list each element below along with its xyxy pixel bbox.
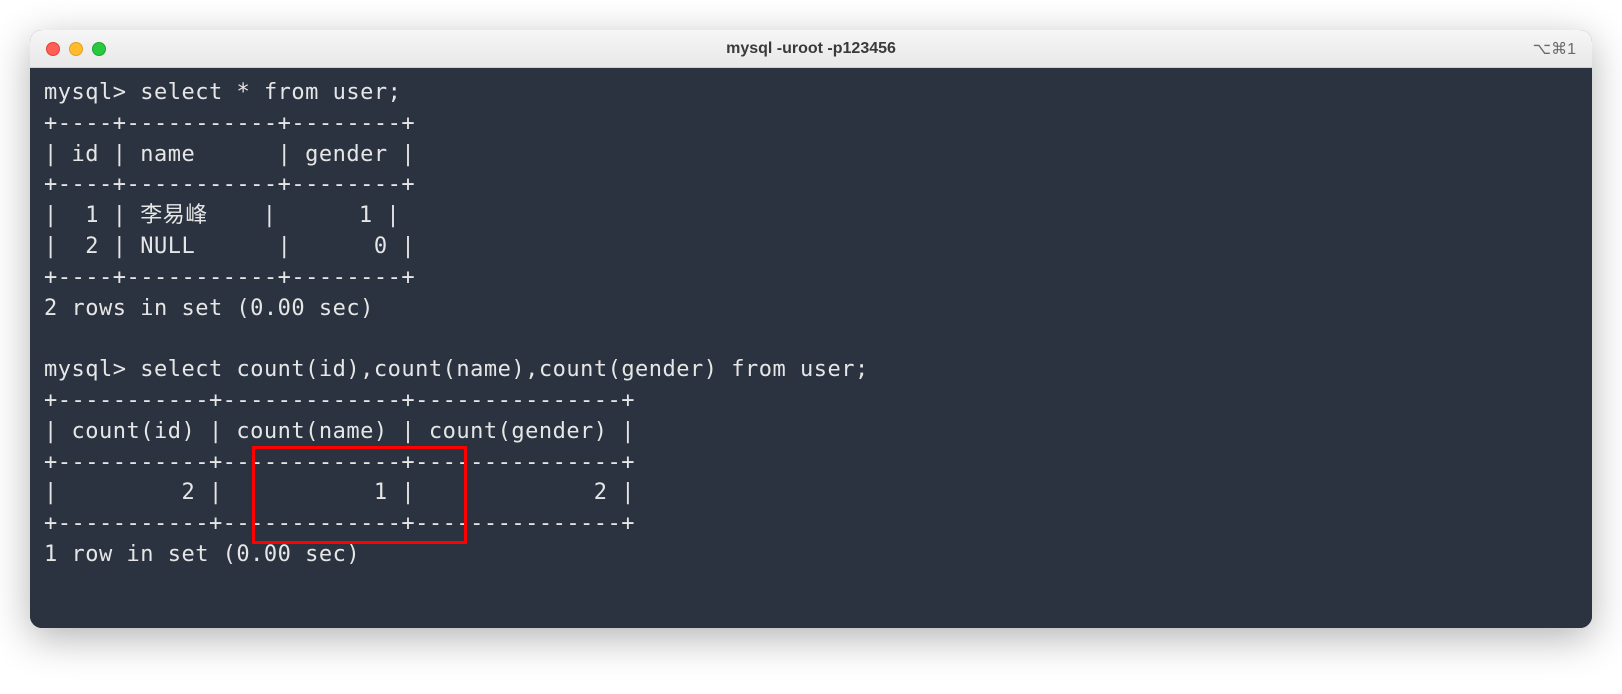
maximize-icon[interactable] [92, 42, 106, 56]
query-1: select * from user; [140, 80, 401, 105]
table1-border-mid: +----+-----------+--------+ [44, 172, 415, 197]
table1-border-bottom: +----+-----------+--------+ [44, 265, 415, 290]
table2-border-top: +-----------+-------------+-------------… [44, 388, 635, 413]
prompt: mysql> [44, 80, 126, 105]
terminal-body[interactable]: mysql> select * from user; +----+-------… [30, 68, 1592, 628]
table2-border-mid: +-----------+-------------+-------------… [44, 450, 635, 475]
result-2: 1 row in set (0.00 sec) [44, 542, 360, 567]
table1-border-top: +----+-----------+--------+ [44, 111, 415, 136]
prompt: mysql> [44, 357, 126, 382]
query-2: select count(id),count(name),count(gende… [140, 357, 869, 382]
table2-border-bottom: +-----------+-------------+-------------… [44, 511, 635, 536]
table2-header: | count(id) | count(name) | count(gender… [44, 419, 635, 444]
table1-row2: | 2 | NULL | 0 | [44, 234, 415, 259]
table1-header: | id | name | gender | [44, 142, 415, 167]
traffic-lights [46, 42, 106, 56]
titlebar[interactable]: mysql -uroot -p123456 ⌥⌘1 [30, 30, 1592, 68]
close-icon[interactable] [46, 42, 60, 56]
minimize-icon[interactable] [69, 42, 83, 56]
window-shortcut: ⌥⌘1 [1533, 39, 1576, 59]
table1-row1: | 1 | 李易峰 | 1 | [44, 203, 400, 228]
table2-row1: | 2 | 1 | 2 | [44, 480, 635, 505]
result-1: 2 rows in set (0.00 sec) [44, 296, 374, 321]
terminal-window: mysql -uroot -p123456 ⌥⌘1 mysql> select … [30, 30, 1592, 628]
window-title: mysql -uroot -p123456 [726, 40, 896, 58]
